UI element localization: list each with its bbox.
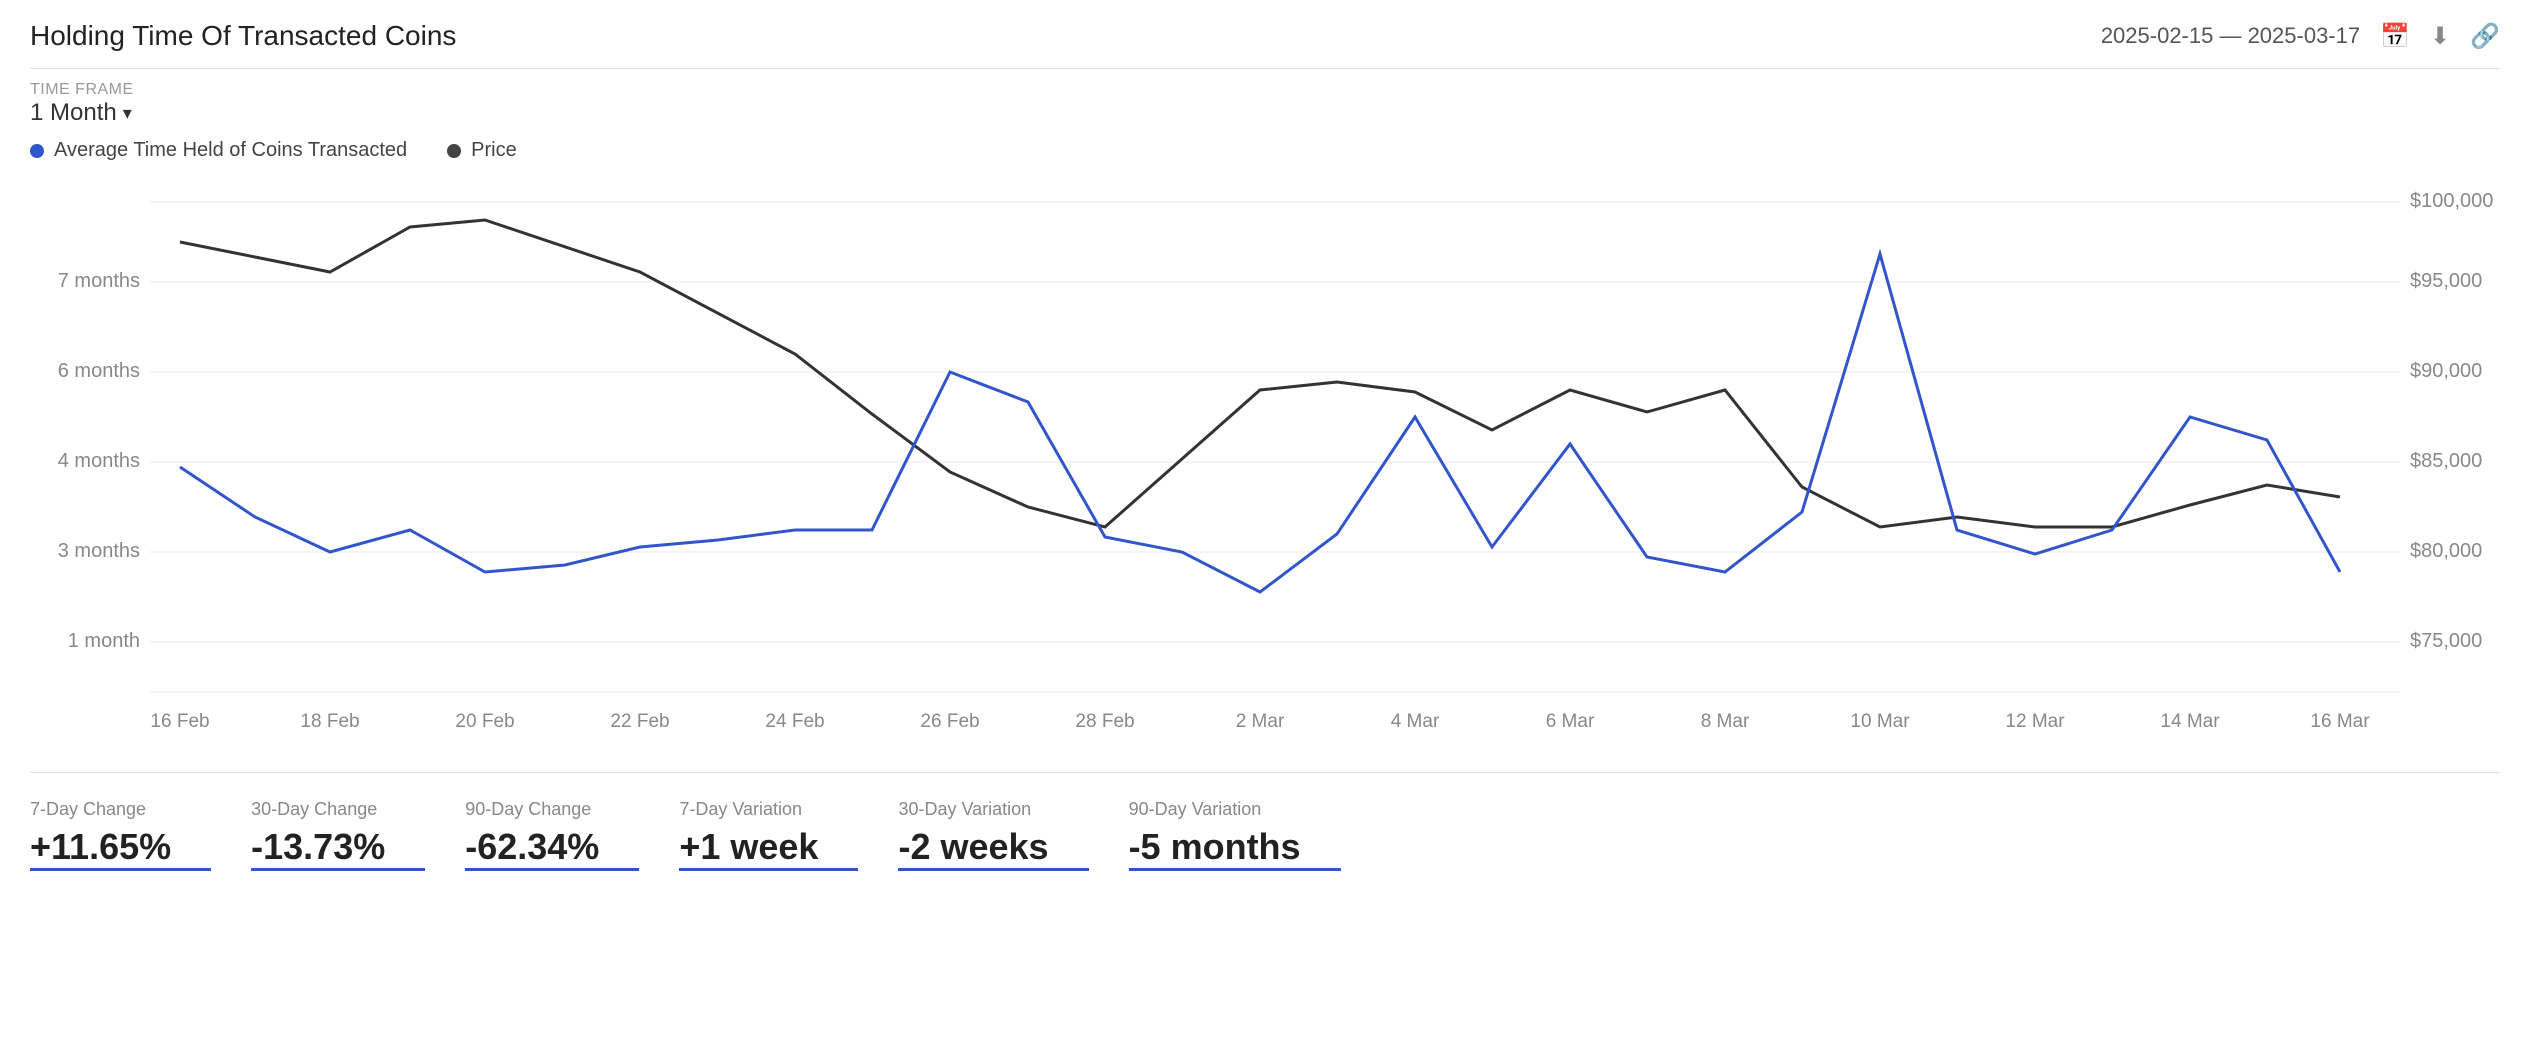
stat-item: 90-Day Variation -5 months [1129,799,1341,871]
stat-value: +11.65% [30,826,171,868]
svg-text:6 Mar: 6 Mar [1546,711,1595,732]
chart-legend: Average Time Held of Coins Transacted Pr… [30,139,2500,162]
svg-text:18 Feb: 18 Feb [300,711,359,732]
legend-dot-dark [447,144,461,158]
svg-text:26 Feb: 26 Feb [920,711,979,732]
stat-label: 7-Day Change [30,799,171,820]
svg-text:$85,000: $85,000 [2410,450,2482,472]
calendar-icon: 📅 [2380,22,2410,51]
chevron-down-icon: ▾ [123,103,132,124]
svg-text:$90,000: $90,000 [2410,360,2482,382]
svg-text:$80,000: $80,000 [2410,540,2482,562]
stat-item: 30-Day Change -13.73% [251,799,425,871]
svg-text:$75,000: $75,000 [2410,630,2482,652]
link-icon[interactable]: 🔗 [2470,22,2500,51]
svg-text:$100,000: $100,000 [2410,190,2493,212]
svg-text:28 Feb: 28 Feb [1075,711,1134,732]
legend-item-blue: Average Time Held of Coins Transacted [30,139,407,162]
svg-text:3 months: 3 months [58,540,140,562]
chart-svg: 7 months 6 months 4 months 3 months 1 mo… [30,172,2500,752]
stat-label: 30-Day Variation [898,799,1048,820]
stat-label: 90-Day Variation [1129,799,1301,820]
svg-text:7 months: 7 months [58,270,140,292]
stat-item: 30-Day Variation -2 weeks [898,799,1088,871]
legend-label-1: Average Time Held of Coins Transacted [54,139,407,162]
date-range: 2025-02-15 — 2025-03-17 [2101,23,2360,49]
timeframe-label: TIME FRAME [30,81,2500,99]
svg-text:1 month: 1 month [68,630,140,652]
stat-item: 7-Day Change +11.65% [30,799,211,871]
svg-text:$95,000: $95,000 [2410,270,2482,292]
svg-text:22 Feb: 22 Feb [610,711,669,732]
stats-row: 7-Day Change +11.65% 30-Day Change -13.7… [30,789,2500,881]
header-controls: 2025-02-15 — 2025-03-17 📅 ⬇ 🔗 [2101,22,2500,51]
stat-value: -2 weeks [898,826,1048,868]
svg-text:20 Feb: 20 Feb [455,711,514,732]
stat-item: 90-Day Change -62.34% [465,799,639,871]
svg-text:16 Mar: 16 Mar [2310,711,2370,732]
stat-label: 30-Day Change [251,799,385,820]
stat-value: -5 months [1129,826,1301,868]
timeframe-section: TIME FRAME 1 Month ▾ [30,81,2500,127]
stats-divider [30,772,2500,773]
svg-text:14 Mar: 14 Mar [2160,711,2220,732]
stat-label: 7-Day Variation [679,799,818,820]
svg-text:24 Feb: 24 Feb [765,711,824,732]
stat-label: 90-Day Change [465,799,599,820]
timeframe-value: 1 Month [30,99,117,127]
stat-item: 7-Day Variation +1 week [679,799,858,871]
legend-dot-blue [30,144,44,158]
svg-text:16 Feb: 16 Feb [150,711,209,732]
timeframe-select[interactable]: 1 Month ▾ [30,99,2500,127]
legend-item-dark: Price [447,139,517,162]
svg-text:4 months: 4 months [58,450,140,472]
svg-text:12 Mar: 12 Mar [2005,711,2065,732]
stat-value: -62.34% [465,826,599,868]
stat-value: -13.73% [251,826,385,868]
svg-text:4 Mar: 4 Mar [1391,711,1440,732]
svg-text:8 Mar: 8 Mar [1701,711,1750,732]
stat-value: +1 week [679,826,818,868]
page-title: Holding Time Of Transacted Coins [30,20,456,52]
header-divider [30,68,2500,69]
svg-text:10 Mar: 10 Mar [1850,711,1910,732]
svg-text:2 Mar: 2 Mar [1236,711,1285,732]
chart-area: 7 months 6 months 4 months 3 months 1 mo… [30,172,2500,752]
legend-label-2: Price [471,139,517,162]
svg-text:6 months: 6 months [58,360,140,382]
download-icon[interactable]: ⬇ [2430,22,2450,51]
